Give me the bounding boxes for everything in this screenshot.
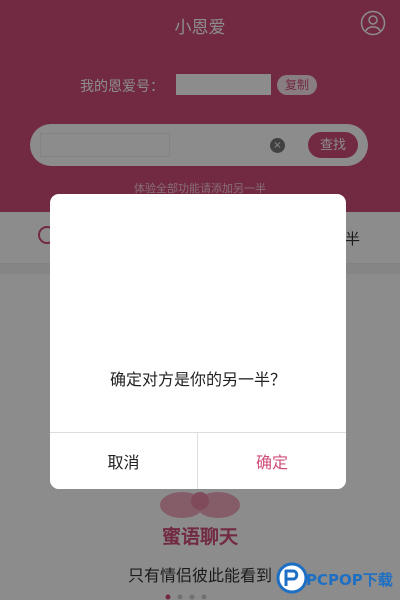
cancel-button[interactable]: 取消 [50, 433, 197, 489]
modal-overlay: 确定对方是你的另一半？ 取消 确定 [0, 0, 400, 600]
confirm-button[interactable]: 确定 [198, 433, 346, 489]
confirm-dialog: 确定对方是你的另一半？ 取消 确定 [50, 194, 346, 489]
watermark-text: PCPOP下载 [306, 571, 393, 589]
site-watermark: PCPOP下载 [276, 560, 398, 596]
dialog-message: 确定对方是你的另一半？ [109, 370, 286, 389]
pcpop-logo-icon [276, 562, 308, 594]
